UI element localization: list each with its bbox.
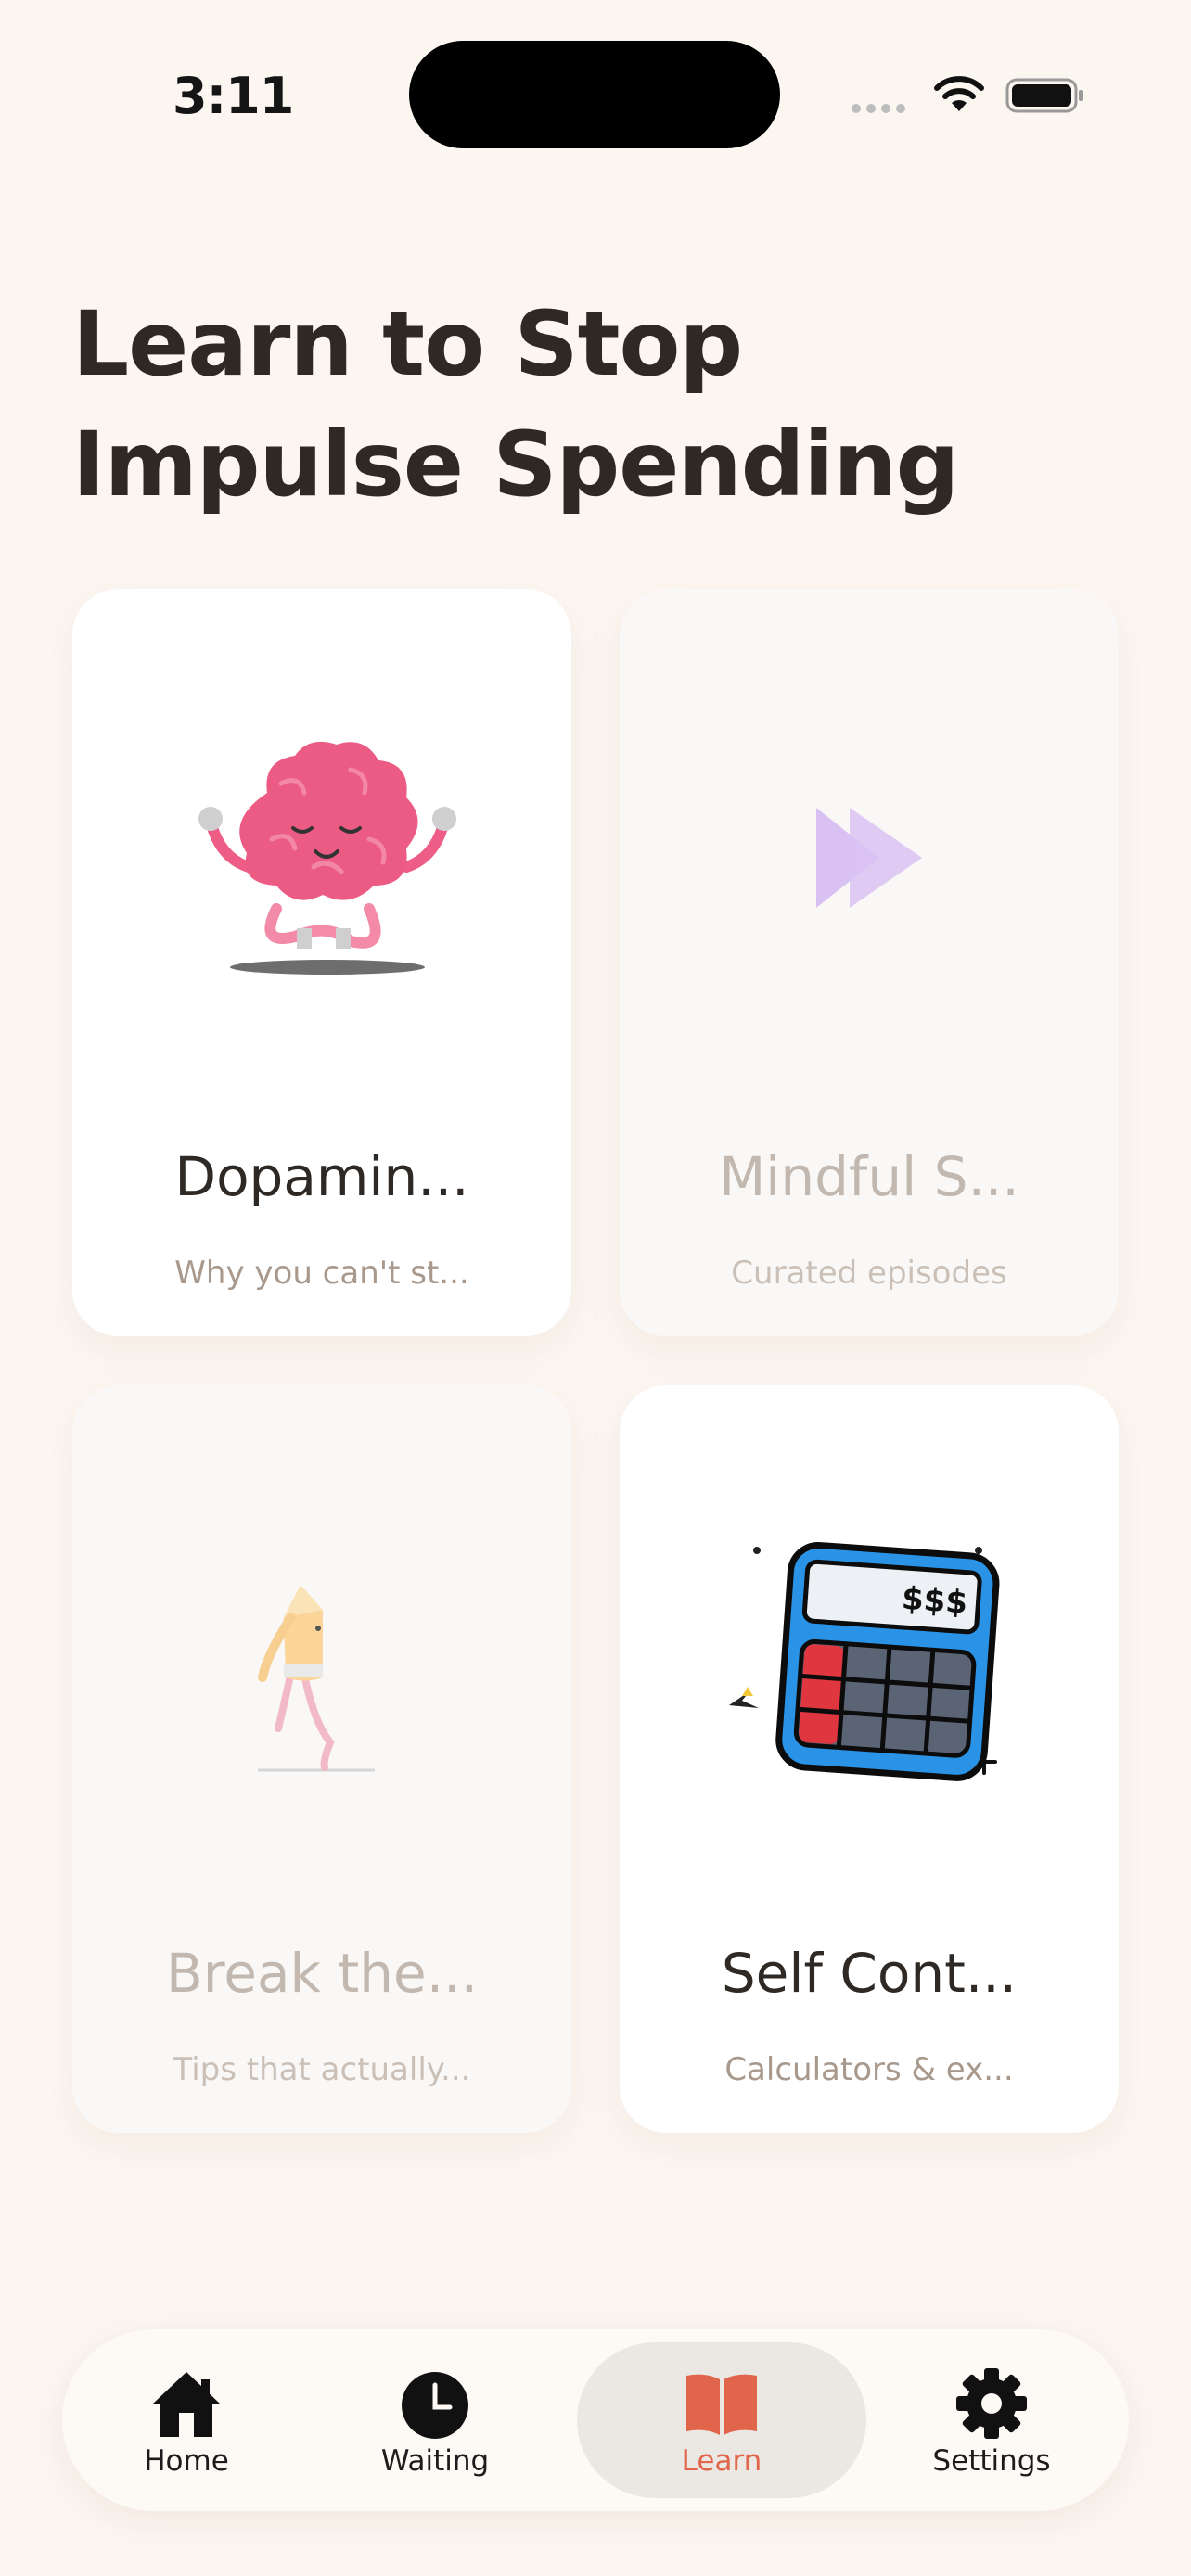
card-title: Mindful S... xyxy=(719,1145,1019,1208)
walking-pencil-icon xyxy=(258,1585,375,1772)
dynamic-island xyxy=(409,41,780,148)
card-break-habit[interactable]: Break the... Tips that actually... xyxy=(72,1385,571,2133)
tab-label: Settings xyxy=(932,2444,1051,2478)
calculator-display-text: $$$ xyxy=(901,1580,969,1622)
wifi-icon xyxy=(934,76,984,111)
cellular-signal-icon xyxy=(852,104,905,113)
card-mindful[interactable]: Mindful S... Curated episodes xyxy=(620,589,1119,1336)
card-subtitle: Calculators & ex... xyxy=(724,2051,1014,2088)
fast-forward-icon xyxy=(816,808,922,908)
tab-label: Learn xyxy=(681,2444,762,2478)
house-icon xyxy=(153,2372,220,2437)
page-title: Learn to Stop Impulse Spending xyxy=(72,292,959,516)
card-dopamine[interactable]: Dopamin... Why you can't st... xyxy=(72,589,571,1336)
tab-home[interactable]: Home xyxy=(62,2342,311,2498)
tab-label: Waiting xyxy=(380,2444,490,2478)
tab-bar: Home Waiting Learn Settings xyxy=(62,2329,1129,2511)
battery-icon xyxy=(1005,78,1083,113)
clock-icon xyxy=(402,2372,468,2439)
gear-icon xyxy=(956,2368,1027,2439)
card-subtitle: Why you can't st... xyxy=(174,1255,469,1292)
status-bar: 3:11 xyxy=(0,0,1191,185)
card-subtitle: Curated episodes xyxy=(731,1255,1007,1292)
tab-learn[interactable]: Learn xyxy=(577,2342,866,2498)
book-icon xyxy=(686,2374,757,2435)
card-subtitle: Tips that actually... xyxy=(173,2051,471,2088)
card-title: Dopamin... xyxy=(174,1145,469,1208)
status-time: 3:11 xyxy=(173,67,294,125)
tab-waiting[interactable]: Waiting xyxy=(311,2342,559,2498)
calculator-icon: $$$ xyxy=(729,1541,1000,1781)
card-title: Self Cont... xyxy=(721,1942,1018,2005)
tab-label: Home xyxy=(144,2444,229,2478)
tab-settings[interactable]: Settings xyxy=(867,2342,1116,2498)
meditating-brain-icon xyxy=(198,741,456,975)
card-self-control[interactable]: $$$ Self Cont... Calculators & ex... xyxy=(620,1385,1119,2133)
card-title: Break the... xyxy=(165,1942,479,2005)
